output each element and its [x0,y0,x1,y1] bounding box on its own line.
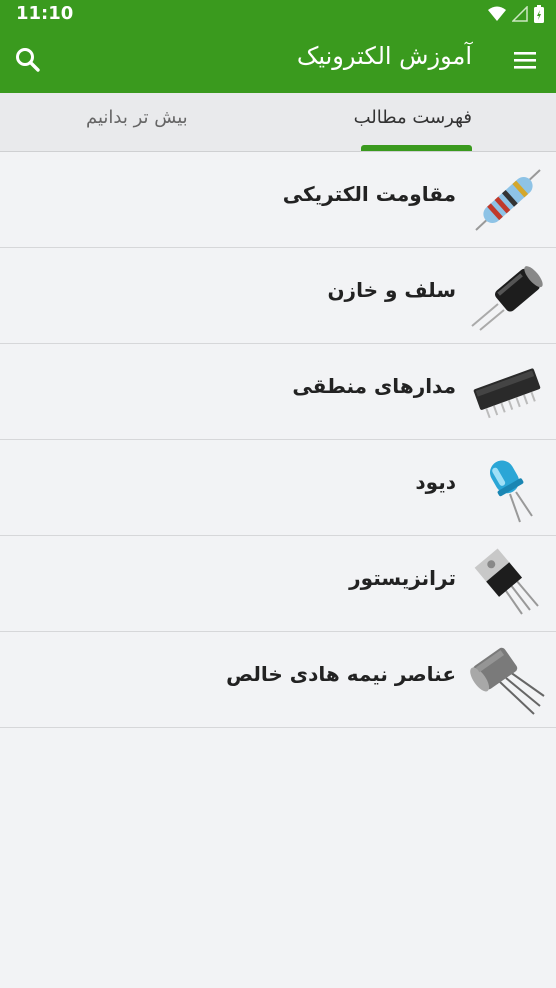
list-item-label: ترانزیستور [349,566,456,590]
list-item-label: عناصر نیمه هادی خالص [226,662,456,686]
menu-icon[interactable] [512,48,538,72]
list-item-pure-semiconductors[interactable]: عناصر نیمه هادی خالص [0,632,556,728]
list-item-diode[interactable]: دیود [0,440,556,536]
list-item-inductor-capacitor[interactable]: سلف و خازن [0,248,556,344]
status-time: 11:10 [16,3,74,24]
tab-contents[interactable]: فهرست مطالب [278,93,556,151]
capacitor-icon [471,266,543,331]
app-bar: آموزش الکترونیک [0,28,556,93]
list-item-label: سلف و خازن [327,278,456,302]
tab-bar: فهرست مطالب بیش تر بدانیم [0,93,556,152]
signal-icon [512,6,528,22]
search-icon[interactable] [14,46,42,74]
list-item-label: دیود [415,470,456,494]
metal-can-transistor-icon [470,647,545,715]
app-title: آموزش الکترونیک [296,42,472,70]
topic-list: مقاومت الکتریکی سلف و خازن مدارهای منطقی… [0,152,556,728]
led-diode-icon [490,460,533,523]
list-item-label: مدارهای منطقی [292,374,456,398]
wifi-icon [488,6,506,21]
list-item-label: مقاومت الکتریکی [282,182,456,206]
status-bar: 11:10 [0,0,556,28]
list-item-transistor[interactable]: ترانزیستور [0,536,556,632]
battery-icon [534,5,544,23]
tab-learn-more-label: بیش تر بدانیم [86,107,188,128]
tab-selected-indicator [361,145,472,151]
resistor-icon [475,169,541,231]
list-item-resistor[interactable]: مقاومت الکتریکی [0,152,556,248]
transistor-icon [474,548,539,615]
list-item-logic-circuits[interactable]: مدارهای منطقی [0,344,556,440]
status-icons [488,5,544,23]
tab-contents-label: فهرست مطالب [353,107,472,128]
tab-learn-more[interactable]: بیش تر بدانیم [0,93,278,151]
ic-chip-icon [473,368,541,419]
